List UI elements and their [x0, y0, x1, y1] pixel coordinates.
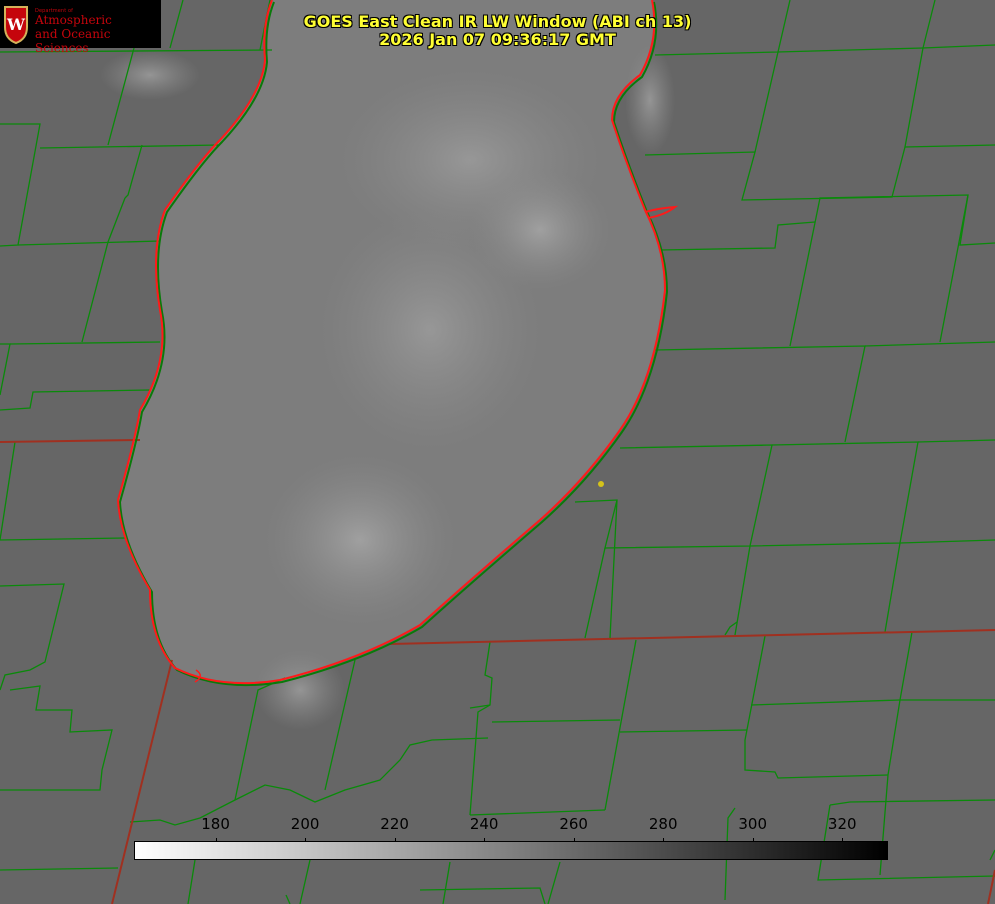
image-timestamp: 2026 Jan 07 09:36:17 GMT — [379, 30, 616, 49]
colorbar-tick-label: 320 — [827, 815, 857, 833]
cloud-band — [255, 650, 345, 730]
colorbar-tick-mark — [842, 838, 844, 842]
cloud-band — [100, 50, 200, 100]
colorbar-tick-label: 260 — [559, 815, 588, 833]
colorbar-tick-label: 200 — [290, 815, 320, 833]
image-title: GOES East Clean IR LW Window (ABI ch 13) — [303, 12, 692, 31]
colorbar-tick-mark — [394, 838, 396, 842]
colorbar-tick-mark — [305, 838, 307, 842]
colorbar-tick-label: 180 — [201, 815, 230, 833]
colorbar — [134, 841, 888, 860]
location-marker — [598, 481, 604, 487]
colorbar-tick-mark — [215, 838, 217, 842]
colorbar-tick-label: 280 — [648, 815, 678, 833]
satellite-map — [0, 0, 995, 904]
colorbar-tick-label: 300 — [738, 815, 768, 833]
colorbar-tick-label: 240 — [469, 815, 499, 833]
colorbar-tick-mark — [573, 838, 575, 842]
cloud-band — [265, 455, 455, 625]
cloud-band — [470, 170, 610, 290]
colorbar-tick-mark — [663, 838, 665, 842]
colorbar-tick-label: 220 — [380, 815, 409, 833]
colorbar-tick-mark — [484, 838, 486, 842]
colorbar-tick-mark — [752, 838, 754, 842]
